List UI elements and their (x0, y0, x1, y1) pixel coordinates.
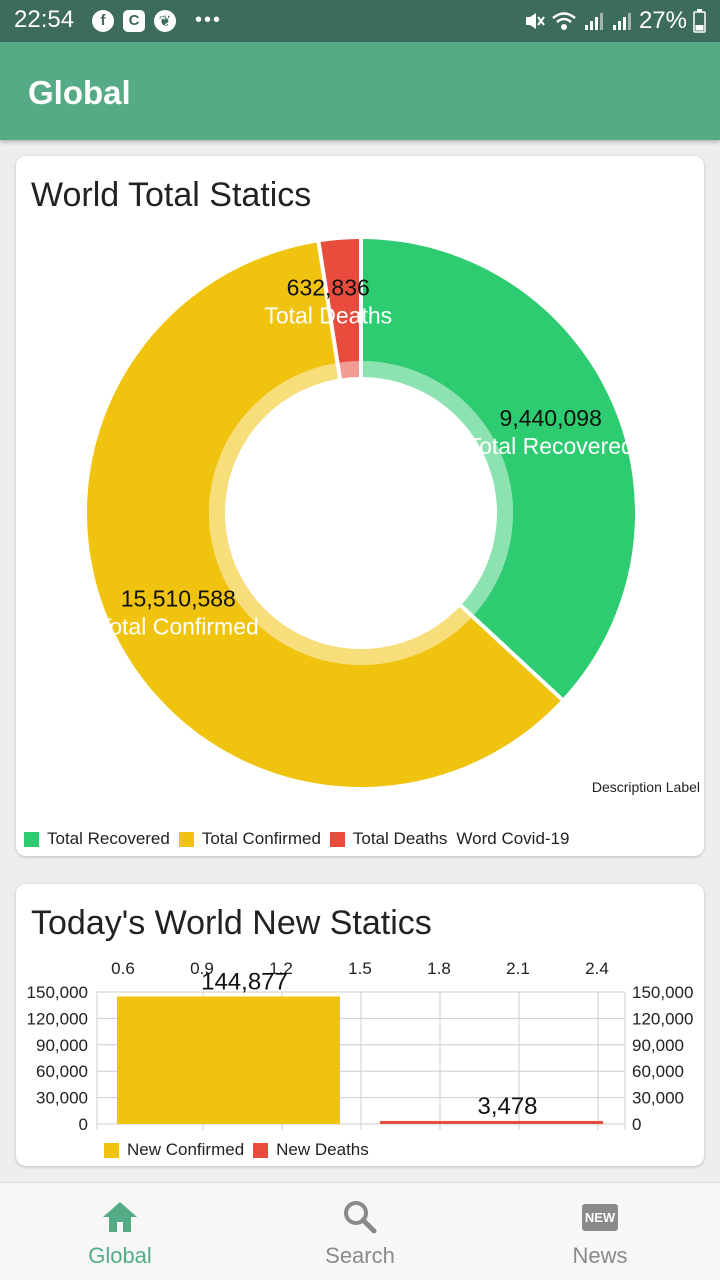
news-icon: NEW (582, 1199, 618, 1235)
x-tick-top: 2.1 (506, 959, 530, 978)
donut-inner-ring-total-deaths (338, 361, 361, 379)
y-tick-left: 150,000 (27, 983, 88, 1002)
x-tick-top: 0.6 (111, 959, 135, 978)
bar-value-label: 144,877 (201, 969, 288, 996)
more-dots-icon: ••• (195, 9, 223, 31)
legend-swatch (24, 831, 39, 847)
notification-icons: f C ❦ ••• (92, 9, 222, 32)
world-total-card: World Total Statics 9,440,098 Total Recov… (16, 156, 704, 856)
legend-swatch (253, 1142, 269, 1158)
legend-swatch (178, 831, 194, 847)
world-chart-legend: Total Recovered Total Confirmed Total Deat… (24, 829, 569, 849)
today-bar-chart[interactable]: 150,000 150,000 120,000 120,000 90,000 90,000… (16, 884, 704, 1166)
signal-icon (612, 13, 631, 30)
signal-icon (584, 13, 603, 30)
legend-item-total-confirmed: Total Confirmed (178, 829, 321, 849)
nav-news[interactable]: NEW News (480, 1183, 720, 1280)
legend-swatch (329, 831, 345, 847)
slice-name-label: Total Recovered (468, 433, 634, 459)
nav-news-label: News (572, 1243, 628, 1268)
bar-new-deaths[interactable] (380, 1120, 603, 1124)
legend-label: Total Confirmed (201, 829, 321, 848)
y-tick-right: 120,000 (632, 1009, 693, 1028)
facebook-icon: f (92, 9, 114, 32)
nav-search[interactable]: Search (240, 1183, 480, 1280)
legend-item-new-confirmed: New Confirmed (104, 1140, 244, 1160)
app-bar: Global (0, 42, 720, 140)
y-tick-right: 60,000 (632, 1062, 684, 1081)
bar-new-confirmed[interactable] (117, 996, 340, 1124)
legend-label: New Confirmed (127, 1140, 245, 1159)
nav-global[interactable]: Global (0, 1183, 240, 1280)
legend-item-new-deaths: New Deaths (253, 1140, 369, 1160)
slice-value-label: 9,440,098 (500, 405, 602, 431)
page-title: Global (28, 74, 131, 111)
y-tick-left: 30,000 (36, 1089, 88, 1108)
legend-label: New Deaths (276, 1140, 369, 1159)
system-icons: 27% (523, 7, 706, 35)
slice-name-label: Total Deaths (264, 303, 392, 329)
y-tick-left: 90,000 (36, 1036, 88, 1055)
world-donut-chart[interactable]: 9,440,098Total Recovered15,510,588Total … (16, 156, 704, 816)
legend-item-total-recovered: Total Recovered (24, 829, 170, 849)
battery-icon (693, 9, 706, 33)
mute-icon (525, 13, 545, 29)
slice-value-label: 632,836 (287, 275, 370, 301)
slice-name-label: Total Confirmed (98, 613, 259, 639)
wifi-icon (552, 12, 576, 30)
bottom-navigation: Global Search NEW News (0, 1182, 720, 1280)
y-tick-right: 90,000 (632, 1036, 684, 1055)
y-tick-right: 30,000 (632, 1089, 684, 1108)
x-tick-top: 1.5 (348, 959, 372, 978)
today-chart-legend: New Confirmed New Deaths (104, 1140, 378, 1160)
x-tick-top: 1.8 (427, 959, 451, 978)
today-new-card: Today's World New Statics 150,000 150,000… (16, 884, 704, 1166)
battery-text: 27% (638, 7, 687, 34)
chart-description-label: Description Label (591, 779, 700, 795)
leaf-app-icon: ❦ (154, 9, 176, 32)
legend-item-total-deaths: Total Deaths (329, 829, 448, 849)
y-tick-right: 0 (632, 1115, 641, 1134)
home-icon (102, 1199, 138, 1235)
slice-value-label: 15,510,588 (121, 585, 236, 611)
status-time: 22:54 (14, 6, 75, 33)
search-icon (343, 1199, 377, 1235)
bar-value-label: 3,478 (477, 1093, 537, 1120)
legend-dataset-label: Word Covid-19 (456, 829, 570, 848)
y-tick-left: 0 (79, 1115, 88, 1134)
y-tick-right: 150,000 (632, 983, 693, 1002)
legend-label: Total Recovered (47, 829, 170, 848)
legend-label: Total Deaths (352, 829, 448, 848)
nav-search-label: Search (325, 1243, 395, 1268)
news-badge-text: NEW (582, 1203, 618, 1231)
y-tick-left: 60,000 (36, 1062, 88, 1081)
c-app-icon: C (123, 9, 145, 32)
status-bar: 22:54 f C ❦ ••• 27% (0, 0, 720, 42)
nav-global-label: Global (88, 1243, 152, 1268)
y-tick-left: 120,000 (27, 1009, 88, 1028)
x-tick-top: 2.4 (585, 959, 609, 978)
legend-swatch (104, 1142, 119, 1158)
